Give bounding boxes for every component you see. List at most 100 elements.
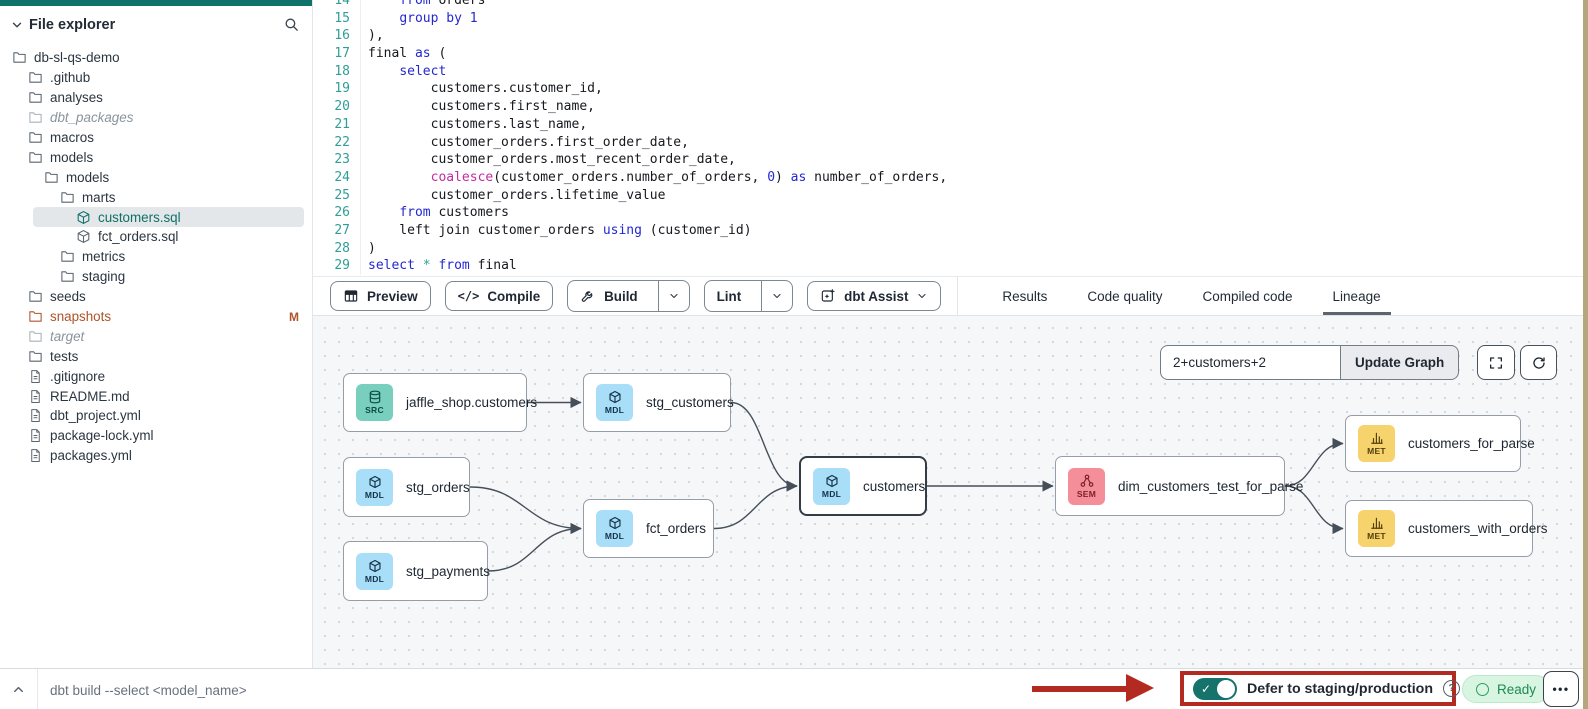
tree-item-models[interactable]: models [0,147,312,167]
tree-item-models[interactable]: models [0,167,312,187]
code-line[interactable]: 21 customers.last_name, [313,116,1583,134]
fullscreen-button[interactable] [1477,345,1515,380]
code-line[interactable]: 24 coalesce(customer_orders.number_of_or… [313,169,1583,187]
tree-item-metrics[interactable]: metrics [0,247,312,267]
table-icon [343,288,359,304]
code-line[interactable]: 20 customers.first_name, [313,98,1583,116]
code-line[interactable]: 17final as ( [313,45,1583,63]
tree-item-dbt-packages[interactable]: dbt_packages [0,108,312,128]
tree-item-fct-orders-sql[interactable]: fct_orders.sql [0,227,312,247]
tree-item-target[interactable]: target [0,326,312,346]
lineage-node-customers_with_orders[interactable]: METcustomers_with_orders [1345,500,1533,557]
badge-label: MET [1367,531,1386,541]
refresh-button[interactable] [1520,345,1557,380]
badge-label: SRC [365,405,384,415]
tree-item--gitignore[interactable]: .gitignore [0,366,312,386]
search-icon[interactable] [283,16,300,33]
lint-label: Lint [717,289,742,304]
lint-dropdown-button[interactable] [761,281,792,311]
lineage-node-dim_customers_test_for_parse[interactable]: SEMdim_customers_test_for_parse [1055,456,1285,516]
fullscreen-icon [1488,355,1504,371]
tree-item-macros[interactable]: macros [0,128,312,148]
code-text: from orders [360,0,485,10]
line-number: 19 [313,80,360,98]
lineage-node-customers[interactable]: MDLcustomers [799,456,927,516]
tree-item-label: fct_orders.sql [98,229,178,244]
folder-icon [28,90,43,105]
tree-item-tests[interactable]: tests [0,346,312,366]
code-line[interactable]: 14 from orders [313,0,1583,10]
badge-label: MDL [822,489,841,499]
badge-label: MDL [365,490,384,500]
tree-item-snapshots[interactable]: snapshotsM [0,307,312,327]
tree-item-label: target [50,329,84,344]
folder-icon [28,309,43,324]
defer-toggle[interactable]: ✓ [1193,678,1237,700]
tab-compiled-code[interactable]: Compiled code [1200,277,1294,315]
compile-label: Compile [487,289,540,304]
preview-button[interactable]: Preview [330,281,431,311]
tree-item-analyses[interactable]: analyses [0,88,312,108]
folder-icon [28,130,43,145]
lineage-node-stg_customers[interactable]: MDLstg_customers [583,373,731,432]
tree-item-label: staging [82,269,125,284]
tree-item-db-sl-qs-demo[interactable]: db-sl-qs-demo [0,48,312,68]
command-input[interactable] [48,673,952,707]
model-badge-icon: MDL [596,384,633,421]
tab-code-quality[interactable]: Code quality [1085,277,1164,315]
tree-item-packages-yml[interactable]: packages.yml [0,446,312,466]
annotation-arrow [1032,686,1130,692]
code-line[interactable]: 22 customer_orders.first_order_date, [313,134,1583,152]
lint-button[interactable]: Lint [705,281,754,311]
defer-toggle-label: Defer to staging/production [1247,681,1433,697]
tree-item-dbt-project-yml[interactable]: dbt_project.yml [0,406,312,426]
help-icon[interactable]: ? [1443,680,1460,697]
lineage-selector-input[interactable] [1160,345,1340,380]
compile-button[interactable]: </> Compile [445,281,554,311]
tree-item-staging[interactable]: staging [0,267,312,287]
chevron-up-icon[interactable] [11,682,26,697]
line-number: 28 [313,240,360,258]
folder-icon [60,249,75,264]
folder-icon [28,329,43,344]
tree-item-label: macros [50,130,94,145]
build-dropdown-button[interactable] [658,281,689,311]
code-line[interactable]: 29select * from final [313,257,1583,275]
code-line[interactable]: 26 from customers [313,204,1583,222]
dbt-assist-button[interactable]: dbt Assist [807,281,941,311]
code-line[interactable]: 18 select [313,63,1583,81]
lineage-node-stg_orders[interactable]: MDLstg_orders [343,457,470,517]
code-line[interactable]: 27 left join customer_orders using (cust… [313,222,1583,240]
update-graph-button[interactable]: Update Graph [1340,345,1459,380]
model-badge-icon: MDL [356,553,393,590]
tree-item-readme-md[interactable]: README.md [0,386,312,406]
build-button[interactable]: Build [568,281,649,311]
tab-lineage[interactable]: Lineage [1331,277,1383,315]
code-editor[interactable]: 14 from orders15 group by 116),17final a… [313,0,1583,276]
tab-results[interactable]: Results [1000,277,1049,315]
model-badge-icon: MDL [596,510,633,547]
metric-badge-icon: MET [1358,510,1395,547]
tree-item-seeds[interactable]: seeds [0,287,312,307]
folder-icon [28,289,43,304]
code-line[interactable]: 19 customers.customer_id, [313,80,1583,98]
code-line[interactable]: 28) [313,240,1583,258]
code-icon: </> [458,289,480,303]
more-options-button[interactable]: ••• [1543,671,1579,707]
semantic-badge-icon: SEM [1068,468,1105,505]
tree-item--github[interactable]: .github [0,68,312,88]
code-line[interactable]: 25 customer_orders.lifetime_value [313,187,1583,205]
code-line[interactable]: 23 customer_orders.most_recent_order_dat… [313,151,1583,169]
lineage-node-customers_for_parse[interactable]: METcustomers_for_parse [1345,415,1521,472]
lineage-node-jaffle_shop_customers[interactable]: SRCjaffle_shop.customers [343,373,527,432]
badge-label: MDL [605,405,624,415]
code-line[interactable]: 16), [313,27,1583,45]
chevron-down-icon[interactable] [10,18,24,32]
tree-item-marts[interactable]: marts [0,187,312,207]
tree-item-package-lock-yml[interactable]: package-lock.yml [0,426,312,446]
tree-item-customers-sql[interactable]: customers.sql [33,207,304,227]
assist-sparkle-icon [820,288,836,304]
lineage-node-fct_orders[interactable]: MDLfct_orders [583,499,714,558]
lineage-node-stg_payments[interactable]: MDLstg_payments [343,541,488,601]
code-line[interactable]: 15 group by 1 [313,10,1583,28]
